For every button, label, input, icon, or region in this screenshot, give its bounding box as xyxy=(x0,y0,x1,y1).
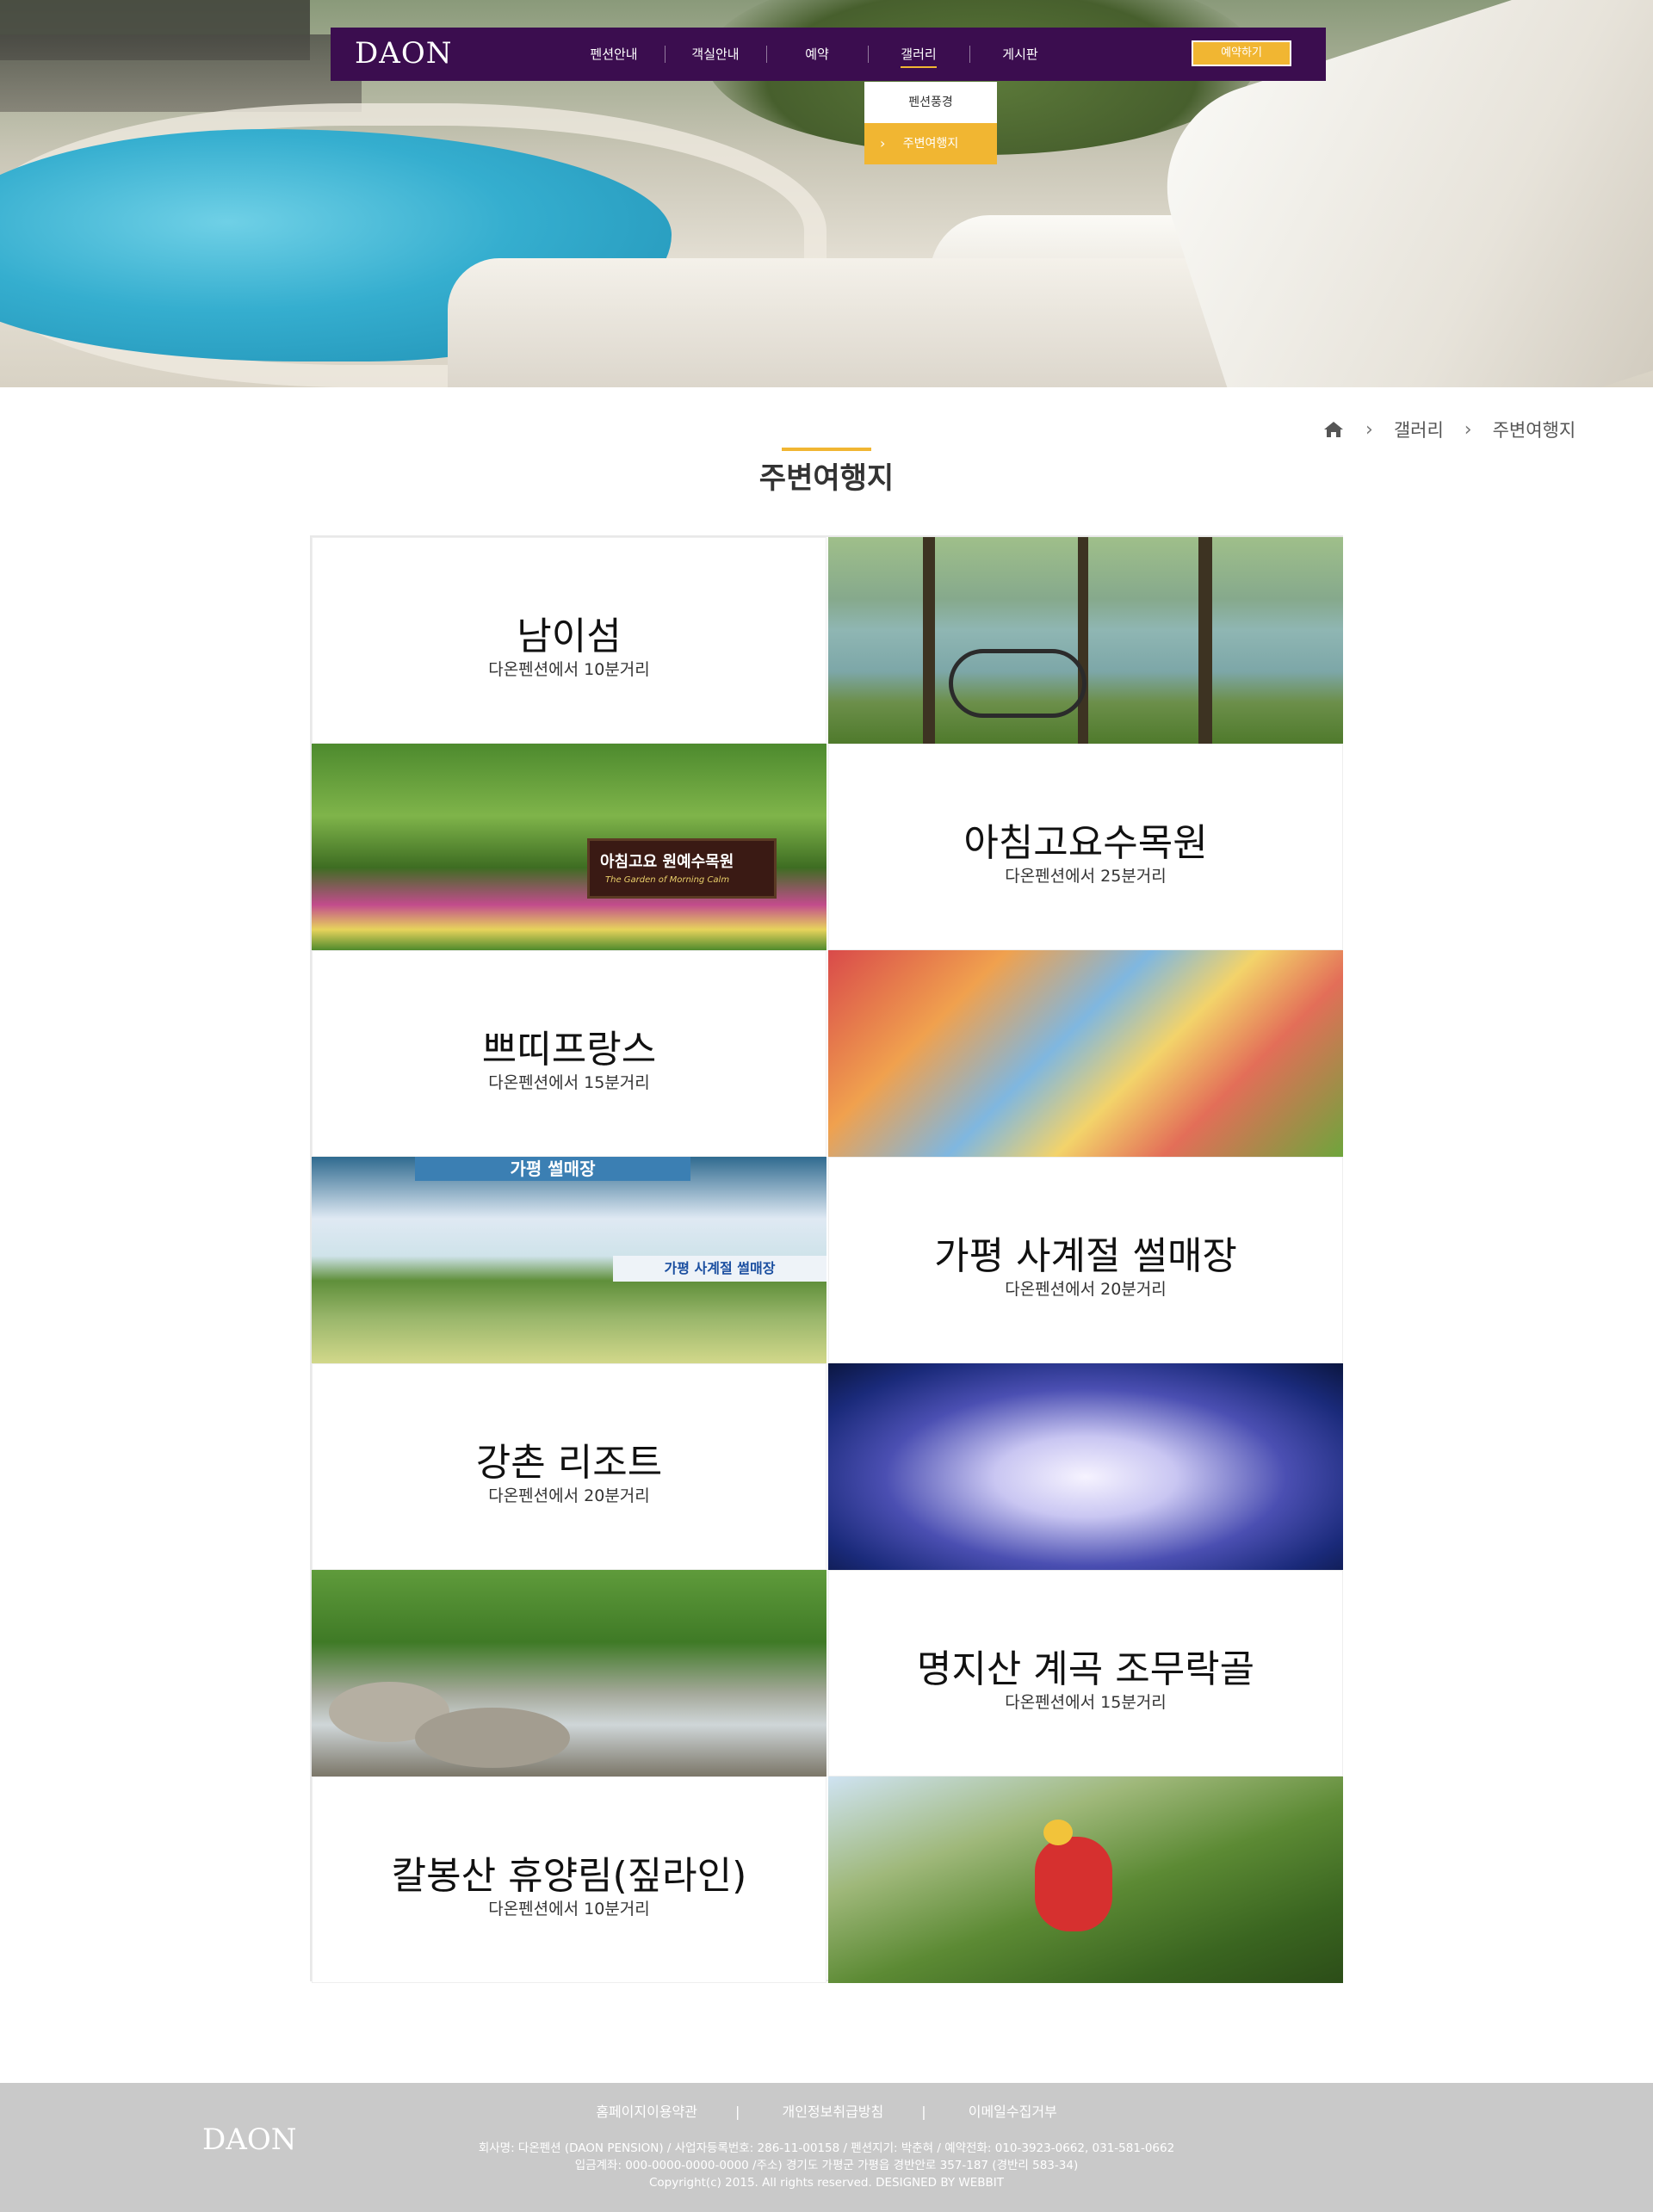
attraction-name: 쁘띠프랑스 xyxy=(481,1028,657,1072)
logo[interactable]: DAON xyxy=(355,36,452,71)
attraction-card-morning-calm[interactable]: 아침고요수목원 다온펜션에서 25분거리 xyxy=(828,744,1343,950)
tree-trunk xyxy=(923,537,935,744)
helmet xyxy=(1043,1820,1073,1845)
attraction-distance: 다온펜션에서 20분거리 xyxy=(488,1486,650,1505)
sled-banner: 가평 사계절 썰매장 xyxy=(613,1256,826,1282)
menu-reservation[interactable]: 예약 xyxy=(766,28,868,81)
menu-board[interactable]: 게시판 xyxy=(969,28,1071,81)
attraction-photo-nami[interactable] xyxy=(828,537,1343,744)
chevron-right-icon: › xyxy=(880,135,886,151)
attraction-name: 가평 사계절 썰매장 xyxy=(934,1234,1237,1278)
reserve-button[interactable]: 예약하기 xyxy=(1192,40,1291,66)
menu-gallery[interactable]: 갤러리 xyxy=(868,28,969,81)
submenu-pension-scenery[interactable]: 펜션풍경 xyxy=(864,82,997,123)
attraction-distance: 다온펜션에서 10분거리 xyxy=(488,1900,650,1919)
attraction-name: 칼봉산 휴양림(짚라인) xyxy=(391,1854,747,1898)
attraction-distance: 다온펜션에서 15분거리 xyxy=(488,1073,650,1092)
menu: 펜션안내 객실안내 예약 갤러리 게시판 xyxy=(563,28,1071,81)
main-nav: DAON 펜션안내 객실안내 예약 갤러리 게시판 예약하기 xyxy=(331,28,1326,81)
footer-links: 홈페이지이용약관 | 개인정보취급방침 | 이메일수집거부 xyxy=(0,2100,1653,2121)
footer-copyright: Copyright(c) 2015. All rights reserved. … xyxy=(648,2176,1005,2190)
divider: | xyxy=(734,2104,740,2120)
breadcrumb-current: 주변여행지 xyxy=(1492,420,1576,441)
attraction-name: 명지산 계곡 조무락골 xyxy=(916,1647,1255,1691)
footer-company-info: 회사명: 다온펜션 (DAON PENSION) / 사업자등록번호: 286-… xyxy=(478,2141,1175,2155)
attractions-grid: 남이섬 다온펜션에서 10분거리 아침고요 원예수목원 The Garden o… xyxy=(310,535,1343,1983)
attraction-photo-kalbongsan[interactable] xyxy=(828,1776,1343,1983)
attraction-card-nami[interactable]: 남이섬 다온펜션에서 10분거리 xyxy=(312,537,826,744)
attraction-photo-morning-calm[interactable]: 아침고요 원예수목원 The Garden of Morning Calm xyxy=(312,744,826,950)
attraction-photo-myeongjisan[interactable] xyxy=(312,1570,826,1776)
menu-room-info[interactable]: 객실안내 xyxy=(665,28,766,81)
attraction-card-gangchon[interactable]: 강촌 리조트 다온펜션에서 20분거리 xyxy=(312,1363,826,1570)
hero-daybed xyxy=(448,258,1309,387)
divider: | xyxy=(921,2104,926,2120)
footer-logo: DAON xyxy=(202,2122,297,2157)
attraction-name: 강촌 리조트 xyxy=(475,1441,663,1485)
hero-lounge-chairs xyxy=(0,34,362,112)
zipline-rider xyxy=(1035,1837,1112,1931)
footer-info: 회사명: 다온펜션 (DAON PENSION) / 사업자등록번호: 286-… xyxy=(379,2140,1274,2191)
attraction-name: 아침고요수목원 xyxy=(963,821,1208,865)
page-title: 주변여행지 xyxy=(758,461,895,496)
attraction-card-kalbongsan[interactable]: 칼봉산 휴양림(짚라인) 다온펜션에서 10분거리 xyxy=(312,1776,826,1983)
menu-pension-info[interactable]: 펜션안내 xyxy=(563,28,665,81)
chevron-right-icon: › xyxy=(1464,418,1472,441)
attraction-distance: 다온펜션에서 25분거리 xyxy=(1005,867,1167,886)
chevron-right-icon: › xyxy=(1365,418,1373,441)
footer-account-address: 입금계좌: 000-0000-0000-0000 /주소) 경기도 가평군 가평… xyxy=(574,2159,1079,2172)
attraction-card-myeongjisan[interactable]: 명지산 계곡 조무락골 다온펜션에서 15분거리 xyxy=(828,1570,1343,1776)
footer-link-terms[interactable]: 홈페이지이용약관 xyxy=(596,2100,697,2121)
rock xyxy=(415,1708,570,1768)
attraction-photo-petite-france[interactable] xyxy=(828,950,1343,1157)
attraction-distance: 다온펜션에서 10분거리 xyxy=(488,660,650,679)
footer: 홈페이지이용약관 | 개인정보취급방침 | 이메일수집거부 DAON 회사명: 다온… xyxy=(0,2083,1653,2212)
attraction-card-petite-france[interactable]: 쁘띠프랑스 다온펜션에서 15분거리 xyxy=(312,950,826,1157)
attraction-card-sledding[interactable]: 가평 사계절 썰매장 다온펜션에서 20분거리 xyxy=(828,1157,1343,1363)
gallery-submenu: 펜션풍경 › 주변여행지 xyxy=(864,82,997,164)
attraction-distance: 다온펜션에서 20분거리 xyxy=(1005,1280,1167,1299)
bicycle xyxy=(949,649,1087,718)
garden-sign: 아침고요 원예수목원 The Garden of Morning Calm xyxy=(587,838,777,899)
tree-trunk xyxy=(1078,537,1088,744)
attraction-photo-gangchon[interactable] xyxy=(828,1363,1343,1570)
submenu-nearby-attractions[interactable]: › 주변여행지 xyxy=(864,123,997,164)
title-accent-bar xyxy=(782,448,871,451)
attraction-photo-sledding[interactable]: 가평 썰매장 가평 사계절 썰매장 xyxy=(312,1157,826,1363)
attraction-distance: 다온펜션에서 15분거리 xyxy=(1005,1693,1167,1712)
footer-link-privacy[interactable]: 개인정보취급방침 xyxy=(782,2100,883,2121)
attraction-name: 남이섬 xyxy=(517,615,622,658)
tree-trunk xyxy=(1198,537,1212,744)
breadcrumb: › 갤러리 › 주변여행지 xyxy=(1322,417,1576,442)
breadcrumb-gallery[interactable]: 갤러리 xyxy=(1394,417,1444,442)
footer-link-email-refusal[interactable]: 이메일수집거부 xyxy=(969,2100,1057,2121)
sled-banner-top: 가평 썰매장 xyxy=(415,1157,690,1181)
home-icon[interactable] xyxy=(1322,419,1345,440)
